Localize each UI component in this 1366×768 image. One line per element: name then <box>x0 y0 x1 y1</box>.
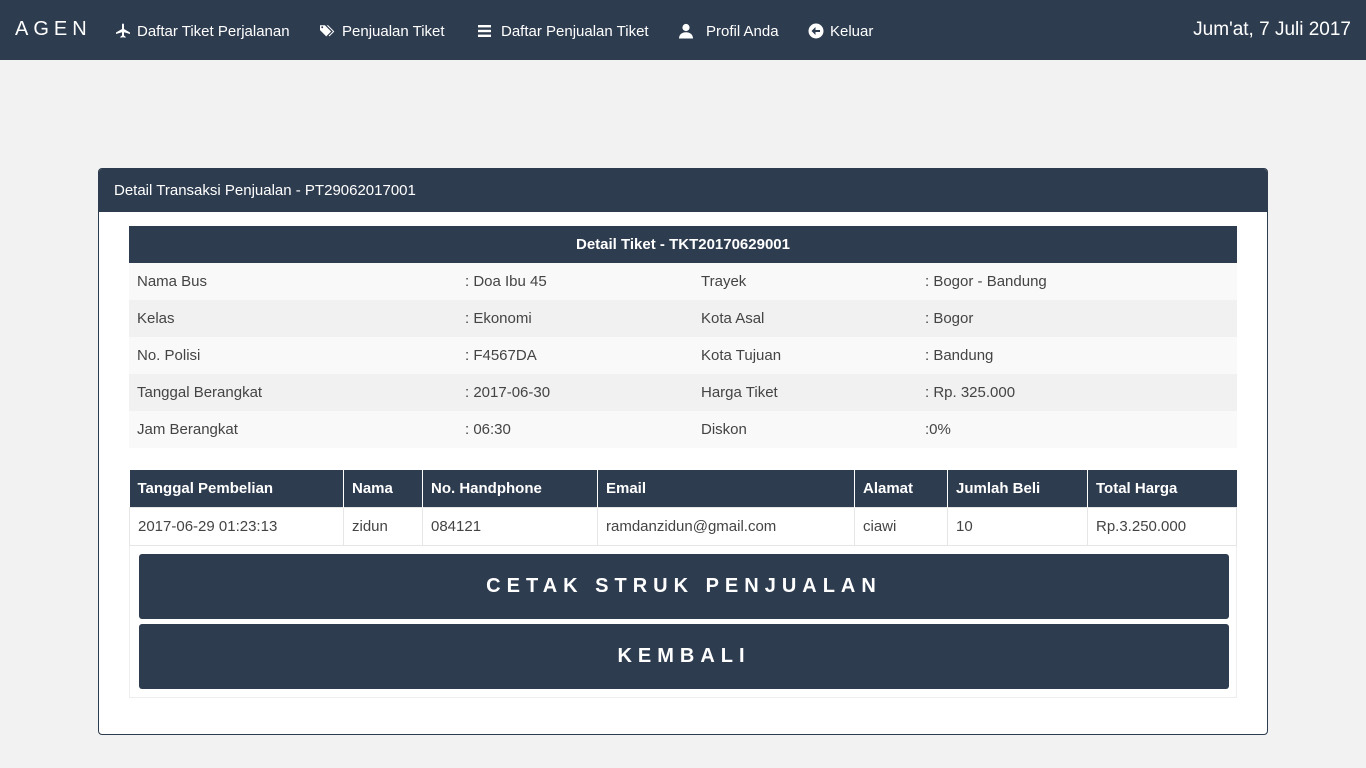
nav-daftar-tiket-perjalanan[interactable]: Daftar Tiket Perjalanan <box>115 20 290 42</box>
column-header: Total Harga <box>1087 470 1237 507</box>
field-label: Harga Tiket <box>693 374 917 411</box>
list-icon <box>478 25 491 37</box>
field-value: : Ekonomi <box>457 300 693 337</box>
cell-email: ramdanzidun@gmail.com <box>597 506 855 546</box>
table-row: 2017-06-29 01:23:13 zidun 084121 ramdanz… <box>129 506 1237 546</box>
field-label: Tanggal Berangkat <box>129 374 457 411</box>
sales-table: Tanggal Pembelian Nama No. Handphone Ema… <box>129 470 1237 546</box>
field-value: : Rp. 325.000 <box>917 374 1237 411</box>
action-buttons: CETAK STRUK PENJUALAN KEMBALI <box>129 546 1237 698</box>
column-header: Nama <box>343 470 423 507</box>
plane-icon <box>116 23 130 38</box>
field-value: : Bandung <box>917 337 1237 374</box>
table-row: Kelas : Ekonomi Kota Asal : Bogor <box>129 300 1237 337</box>
field-value: : Doa Ibu 45 <box>457 263 693 300</box>
column-header: Jumlah Beli <box>947 470 1088 507</box>
field-label: Diskon <box>693 411 917 448</box>
column-header: Tanggal Pembelian <box>129 470 344 507</box>
cell-phone: 084121 <box>422 506 598 546</box>
nav-profil-anda[interactable]: Profil Anda <box>678 20 779 42</box>
top-navbar: AGEN Daftar Tiket Perjalanan Penjualan T… <box>0 0 1366 60</box>
field-label: Nama Bus <box>129 263 457 300</box>
user-icon <box>679 23 693 39</box>
column-header: No. Handphone <box>422 470 598 507</box>
nav-label: Penjualan Tiket <box>342 22 445 40</box>
field-label: Kota Tujuan <box>693 337 917 374</box>
nav-keluar[interactable]: Keluar <box>808 20 873 42</box>
ticket-detail-title: Detail Tiket - TKT20170629001 <box>129 226 1237 263</box>
transaction-detail-panel: Detail Transaksi Penjualan - PT290620170… <box>98 168 1268 735</box>
field-label: Kota Asal <box>693 300 917 337</box>
field-label: No. Polisi <box>129 337 457 374</box>
current-date: Jum'at, 7 Juli 2017 <box>1193 19 1351 40</box>
tags-icon <box>320 25 335 37</box>
field-value: : 2017-06-30 <box>457 374 693 411</box>
cell-name: zidun <box>343 506 423 546</box>
panel-title: Detail Transaksi Penjualan - PT290620170… <box>99 169 1267 212</box>
nav-label: Keluar <box>830 22 874 40</box>
field-label: Kelas <box>129 300 457 337</box>
print-receipt-button[interactable]: CETAK STRUK PENJUALAN <box>139 554 1229 619</box>
field-label: Trayek <box>693 263 917 300</box>
cell-address: ciawi <box>854 506 948 546</box>
field-value: :0% <box>917 411 1237 448</box>
table-row: Jam Berangkat : 06:30 Diskon :0% <box>129 411 1237 448</box>
field-value: : Bogor - Bandung <box>917 263 1237 300</box>
column-header: Alamat <box>854 470 948 507</box>
table-row: No. Polisi : F4567DA Kota Tujuan : Bandu… <box>129 337 1237 374</box>
field-value: : 06:30 <box>457 411 693 448</box>
ticket-detail-table: Detail Tiket - TKT20170629001 Nama Bus :… <box>129 226 1237 448</box>
table-row: Tanggal Berangkat : 2017-06-30 Harga Tik… <box>129 374 1237 411</box>
cell-total-price: Rp.3.250.000 <box>1087 506 1237 546</box>
nav-label: Daftar Tiket Perjalanan <box>137 22 290 40</box>
brand-logo[interactable]: AGEN <box>15 18 92 41</box>
cell-quantity: 10 <box>947 506 1088 546</box>
nav-label: Profil Anda <box>706 22 779 40</box>
field-label: Jam Berangkat <box>129 411 457 448</box>
nav-penjualan-tiket[interactable]: Penjualan Tiket <box>320 20 445 42</box>
table-row: Nama Bus : Doa Ibu 45 Trayek : Bogor - B… <box>129 263 1237 300</box>
nav-label: Daftar Penjualan Tiket <box>501 22 649 40</box>
column-header: Email <box>597 470 855 507</box>
field-value: : F4567DA <box>457 337 693 374</box>
nav-daftar-penjualan-tiket[interactable]: Daftar Penjualan Tiket <box>477 20 649 42</box>
circle-arrow-icon <box>808 23 824 39</box>
field-value: : Bogor <box>917 300 1237 337</box>
cell-purchase-date: 2017-06-29 01:23:13 <box>129 506 344 546</box>
back-button[interactable]: KEMBALI <box>139 624 1229 689</box>
